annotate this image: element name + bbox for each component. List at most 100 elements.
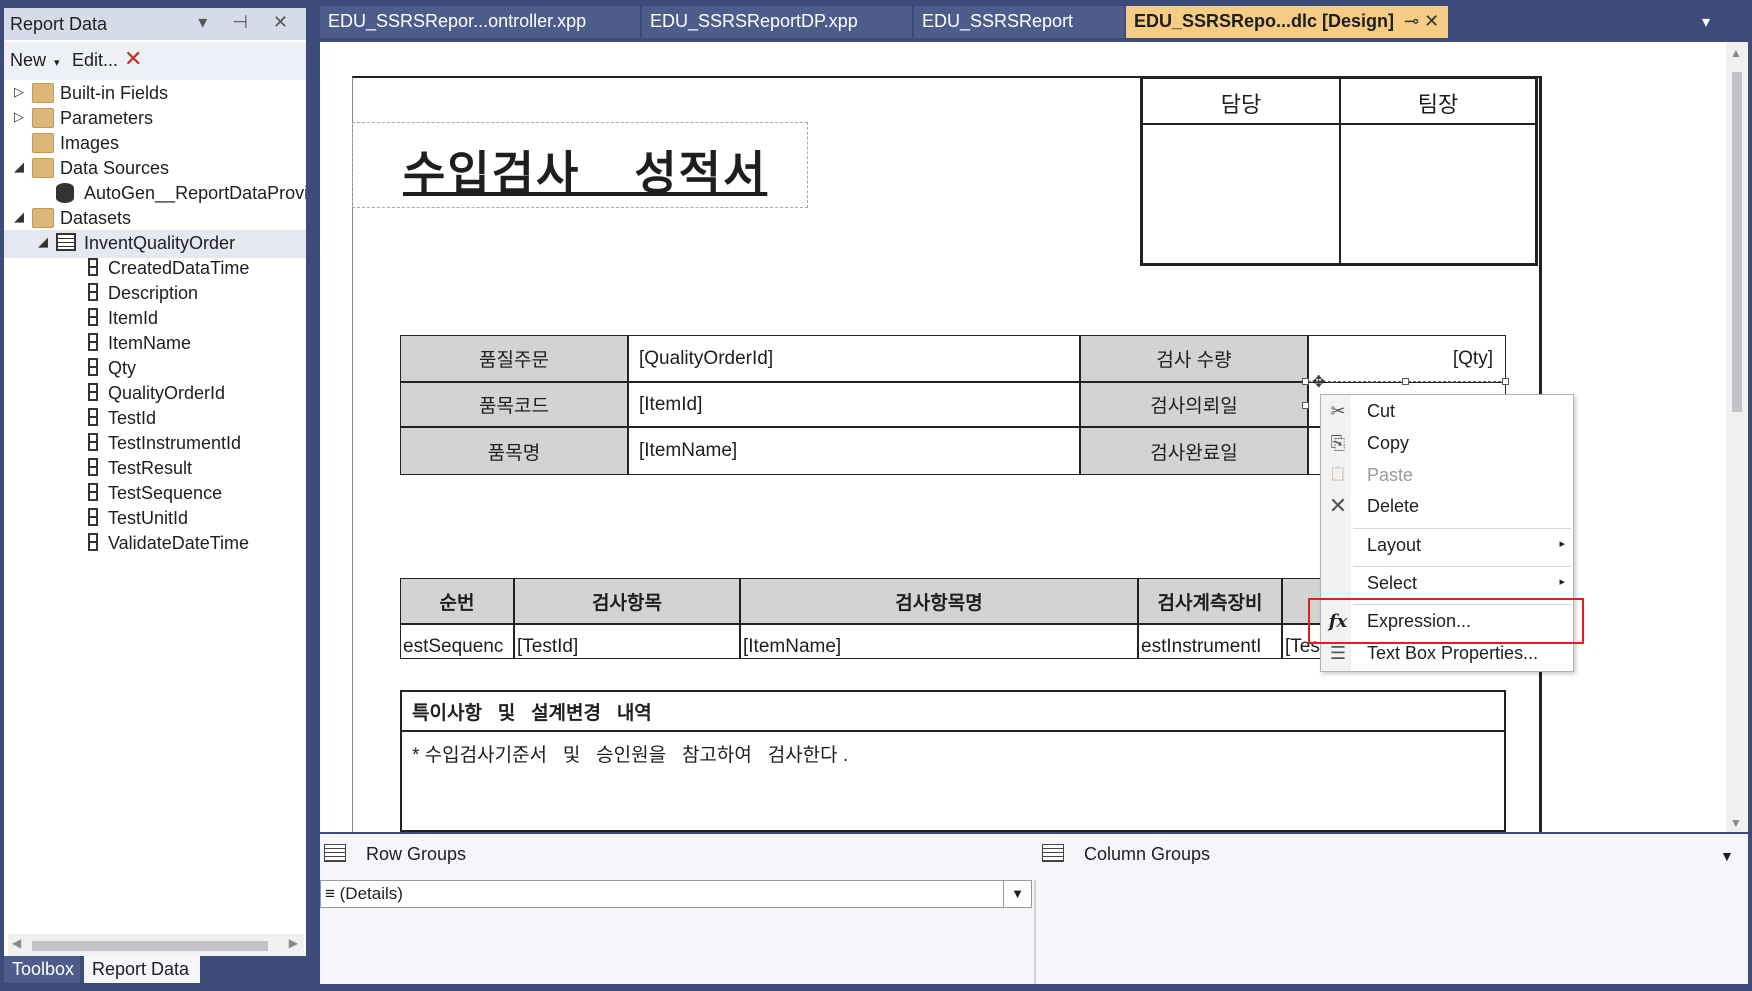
menu-separator <box>1353 566 1571 567</box>
panel-window-controls-icon[interactable]: ▾ ⊣ ✕ <box>198 12 298 33</box>
resize-handle[interactable] <box>1402 378 1409 385</box>
resize-handle[interactable] <box>1302 378 1309 385</box>
grouping-collapse-icon[interactable]: ▼ <box>1720 848 1734 864</box>
tree-item-label: Built-in Fields <box>60 83 169 103</box>
tree-item[interactable]: Qty <box>4 355 306 383</box>
details-group-label: ≡ (Details) <box>325 884 403 903</box>
field-icon <box>88 308 98 326</box>
detail-item-name[interactable]: [ItemName] <box>740 624 1138 659</box>
tree-item[interactable]: ◢ Datasets <box>4 205 306 233</box>
doc-tab-design[interactable]: EDU_SSRSRepo...dlc [Design] ⊸ ✕ <box>1126 6 1448 38</box>
tab-list-icon[interactable]: ▾ <box>1702 12 1710 32</box>
tree-item[interactable]: Images <box>4 130 306 158</box>
menu-item-copy[interactable]: ⎘ Copy <box>1321 429 1575 459</box>
tree-item-label: ValidateDateTime <box>108 533 250 553</box>
scroll-up-icon[interactable]: ▲ <box>1730 46 1742 60</box>
value-qty[interactable]: [Qty] <box>1308 335 1506 382</box>
pin-close-icon[interactable]: ⊸ ✕ <box>1404 11 1439 31</box>
delete-icon[interactable]: ✕ <box>124 46 142 72</box>
tree-item[interactable]: ▷ Built-in Fields <box>4 80 306 108</box>
new-dropdown-icon[interactable]: ▾ <box>54 56 60 69</box>
details-dropdown-icon[interactable]: ▼ <box>1003 881 1031 907</box>
tree-item[interactable]: CreatedDataTime <box>4 255 306 283</box>
doc-tab-controller[interactable]: EDU_SSRSRepor...ontroller.xpp <box>320 6 640 38</box>
value-item-id[interactable]: [ItemId] <box>628 382 1080 427</box>
tree-item[interactable]: ItemName <box>4 330 306 358</box>
collapse-arrow-icon[interactable]: ◢ <box>38 234 48 250</box>
expand-arrow-icon[interactable]: ▷ <box>14 84 24 100</box>
field-icon <box>88 508 98 526</box>
field-icon <box>88 358 98 376</box>
field-icon <box>88 333 98 351</box>
tree-item[interactable]: TestSequence <box>4 480 306 508</box>
tab-report-data[interactable]: Report Data <box>84 956 200 983</box>
tab-toolbox[interactable]: Toolbox <box>4 956 80 983</box>
label-request-date: 검사의뢰일 <box>1080 382 1308 427</box>
tree-item-label: TestSequence <box>108 483 223 503</box>
value-quality-order-id[interactable]: [QualityOrderId] <box>628 335 1080 382</box>
resize-handle[interactable] <box>1502 378 1509 385</box>
tree-item[interactable]: ◢ InventQualityOrder <box>4 230 306 258</box>
tree-item[interactable]: AutoGen__ReportDataProvider <box>4 180 306 208</box>
collapse-arrow-icon[interactable]: ◢ <box>14 159 24 175</box>
report-title-textbox[interactable]: 수입검사 성적서 <box>352 122 808 208</box>
resize-handle[interactable] <box>1302 402 1309 409</box>
label-complete-date: 검사완료일 <box>1080 427 1308 475</box>
header-test-item-name: 검사항목명 <box>740 578 1138 624</box>
menu-item-label: Select <box>1367 573 1418 593</box>
row-groups-label: Row Groups <box>366 844 467 864</box>
doc-tab-label: EDU_SSRSRepor...ontroller.xpp <box>328 11 587 31</box>
menu-item-label: Text Box Properties... <box>1367 643 1539 663</box>
tree-item[interactable]: ValidateDateTime <box>4 530 306 558</box>
tree-item[interactable]: TestInstrumentId <box>4 430 306 458</box>
menu-item-label: Copy <box>1367 433 1410 453</box>
field-icon <box>88 433 98 451</box>
scrollbar-thumb[interactable] <box>1732 72 1742 412</box>
move-handle-icon[interactable]: ✥ <box>1312 372 1325 392</box>
menu-item-layout[interactable]: Layout ▸ <box>1321 531 1575 561</box>
detail-test-id[interactable]: [TestId] <box>514 624 740 659</box>
delete-icon: ✕ <box>1328 493 1348 518</box>
tree-item-label: ItemId <box>108 308 159 328</box>
expand-arrow-icon[interactable]: ▷ <box>14 109 24 125</box>
value-item-name[interactable]: [ItemName] <box>628 427 1080 475</box>
menu-item-delete[interactable]: ✕ Delete <box>1321 492 1575 522</box>
canvas-vertical-scrollbar[interactable]: ▲ ▼ <box>1726 42 1748 832</box>
doc-tab-label: EDU_SSRSReport <box>922 11 1074 31</box>
menu-item-paste[interactable]: 📋 Paste <box>1321 461 1575 491</box>
tree-item[interactable]: Description <box>4 280 306 308</box>
tree-item[interactable]: TestUnitId <box>4 505 306 533</box>
detail-sequence[interactable]: estSequenc <box>400 624 514 659</box>
notes-body: * 수입검사기준서 및 승인원을 참고하여 검사한다 . <box>412 745 849 766</box>
tree-item-label: TestUnitId <box>108 508 189 528</box>
tree-item-label: Qty <box>108 358 137 378</box>
tree-item[interactable]: TestId <box>4 405 306 433</box>
scrollbar-thumb[interactable] <box>32 941 268 951</box>
doc-tab-dataprovider[interactable]: EDU_SSRSReportDP.xpp <box>642 6 912 38</box>
tree-item[interactable]: TestResult <box>4 455 306 483</box>
scroll-left-icon[interactable]: ◀ <box>12 936 21 950</box>
tree-item[interactable]: ▷ Parameters <box>4 105 306 133</box>
tree-item-label: TestResult <box>108 458 193 478</box>
report-data-toolbar: New ▾ Edit... ✕ <box>4 42 306 80</box>
menu-separator <box>1353 528 1571 529</box>
collapse-arrow-icon[interactable]: ◢ <box>14 209 24 225</box>
menu-item-cut[interactable]: ✂ Cut <box>1321 397 1575 427</box>
scroll-down-icon[interactable]: ▼ <box>1730 816 1742 830</box>
tree-item[interactable]: ◢ Data Sources <box>4 155 306 183</box>
label-quality-order: 품질주문 <box>400 335 628 382</box>
tree-item[interactable]: ItemId <box>4 305 306 333</box>
scroll-right-icon[interactable]: ▶ <box>289 936 298 950</box>
approval-table[interactable]: 담당 팀장 <box>1140 76 1538 266</box>
new-button[interactable]: New <box>10 50 46 71</box>
details-group-row[interactable]: ≡ (Details) ▼ <box>320 880 1032 908</box>
detail-instrument[interactable]: estInstrumentI <box>1138 624 1282 659</box>
folder-icon <box>32 133 54 153</box>
menu-item-select[interactable]: Select ▸ <box>1321 569 1575 599</box>
notes-box[interactable]: 특이사항 및 설계변경 내역 * 수입검사기준서 및 승인원을 참고하여 검사한… <box>400 690 1506 832</box>
edit-button[interactable]: Edit... <box>72 50 118 71</box>
tree-item[interactable]: QualityOrderId <box>4 380 306 408</box>
tree-horizontal-scrollbar[interactable]: ◀ ▶ <box>8 934 304 956</box>
database-icon <box>56 183 74 203</box>
doc-tab-report[interactable]: EDU_SSRSReport <box>914 6 1124 38</box>
